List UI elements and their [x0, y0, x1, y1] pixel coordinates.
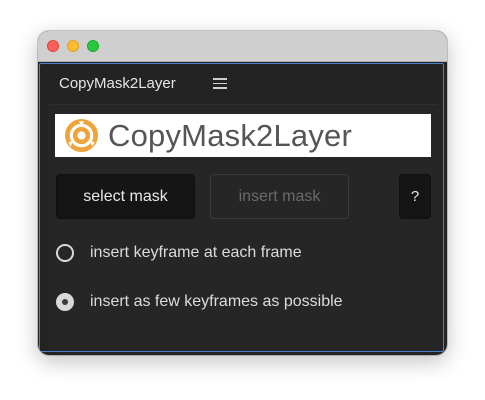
panel-frame: CopyMask2Layer CopyMask2Layer select mas… [39, 63, 444, 352]
window-titlebar[interactable] [38, 31, 447, 62]
select-mask-button[interactable]: select mask [56, 174, 195, 219]
app-window: CopyMask2Layer CopyMask2Layer select mas… [38, 31, 447, 355]
zoom-window-button[interactable] [87, 40, 99, 52]
radio-button-selected[interactable] [56, 293, 74, 311]
panel-tab-bar: CopyMask2Layer [40, 64, 443, 102]
radio-button-unselected[interactable] [56, 244, 74, 262]
option-label: insert as few keyframes as possible [90, 293, 343, 310]
copymask2layer-logo-icon [64, 118, 99, 153]
insert-mask-button[interactable]: insert mask [210, 174, 349, 219]
hamburger-menu-icon[interactable] [213, 78, 227, 89]
banner-title: CopyMask2Layer [108, 118, 353, 153]
help-button[interactable]: ? [399, 174, 431, 219]
minimize-window-button[interactable] [67, 40, 79, 52]
close-window-button[interactable] [47, 40, 59, 52]
panel-content: CopyMask2Layer select mask insert mask ?… [48, 104, 440, 351]
option-label: insert keyframe at each frame [90, 244, 302, 261]
header-banner: CopyMask2Layer [55, 114, 431, 157]
panel-tab-title[interactable]: CopyMask2Layer [59, 75, 176, 93]
